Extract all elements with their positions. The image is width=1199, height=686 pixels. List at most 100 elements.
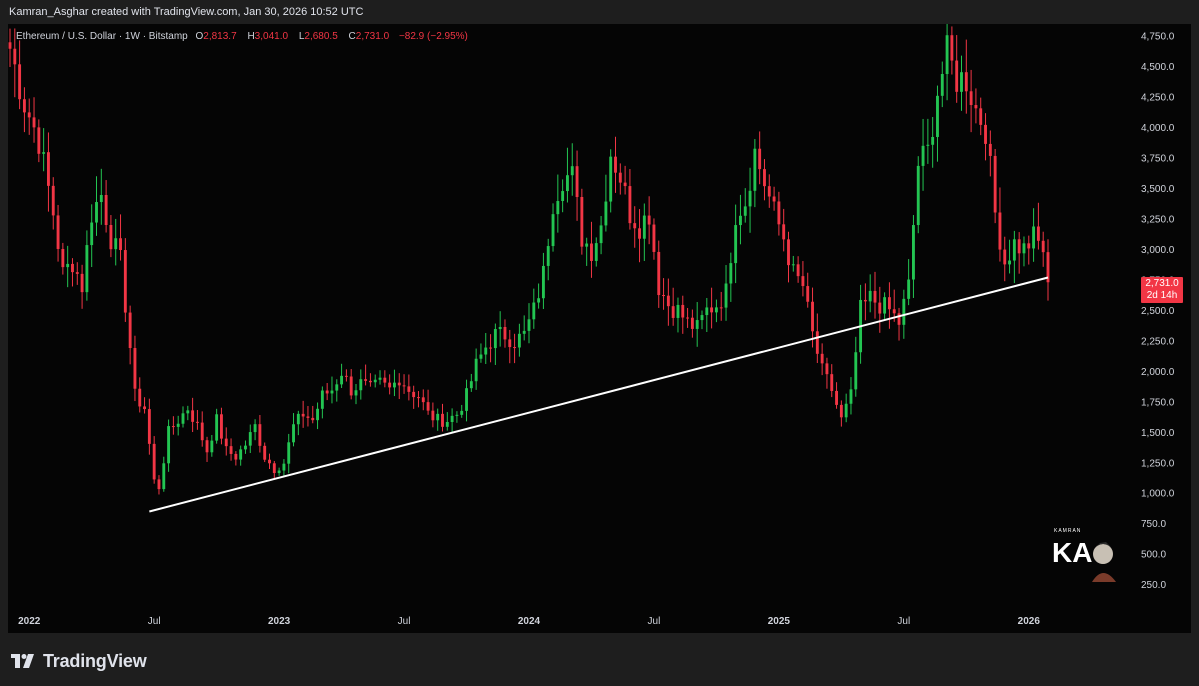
candle-body [854,352,858,390]
candle-body [75,272,79,274]
candle-body [90,222,94,246]
price-tick-label: 1,750.0 [1141,397,1175,408]
candle-body [22,99,26,113]
candle-body [945,35,949,75]
candle-body [556,201,560,215]
candle-body [248,432,252,446]
candle-body [18,64,22,100]
chart-pane[interactable]: 250.0 500.0 750.0 1,000.0 1,250.0 1,500.0 1,75… [8,24,1191,633]
candle-body [609,156,613,202]
candle-body [791,264,795,266]
time-tick-label: 2025 [768,616,791,627]
price-tick-label: 2,250.0 [1141,336,1175,347]
tradingview-logo-icon [11,654,34,668]
candle-body [80,273,84,293]
candle-body [1022,243,1026,254]
candle-body [316,408,319,421]
candle-body [647,215,651,225]
candle-body [1008,260,1011,265]
price-chart[interactable]: 250.0 500.0 750.0 1,000.0 1,250.0 1,500.0 1,75… [8,24,1191,633]
candle-body [85,245,89,293]
candle-body [489,347,492,349]
candle-body [383,377,387,383]
candle-body [287,442,291,464]
candle-body [344,375,348,377]
price-tick-label: 3,750.0 [1141,154,1175,165]
candle-body [825,363,829,375]
candle-body [657,251,661,296]
candle-body [1036,226,1040,241]
candle-body [152,443,156,480]
candle-body [753,148,757,191]
candle-body [109,225,113,250]
candle-body [546,246,550,266]
candle-body [638,228,641,239]
candle-body [892,309,896,314]
high-label: H [247,31,255,42]
candle-body [191,410,195,422]
candle-body [402,385,406,387]
trendline-group [149,276,1049,513]
candle-body [998,212,1002,250]
candle-body [445,422,449,427]
top-bar: Kamran_Asghar created with TradingView.c… [0,0,1199,24]
price-tick-label: 4,250.0 [1141,93,1175,104]
candle-body [503,327,507,340]
candle-body [282,463,286,471]
candle-body [743,206,747,216]
symbol-legend[interactable]: Ethereum / U.S. Dollar · 1W · Bitstamp O… [16,31,468,42]
candle-body [883,297,887,314]
candle-body [335,384,339,391]
candle-body [551,214,555,247]
candle-body [215,414,219,441]
symbol-name[interactable]: Ethereum / U.S. Dollar · 1W · Bitstamp [16,31,188,42]
avatar-body [1092,573,1116,582]
candle-body [354,390,358,396]
candle-body [527,319,531,331]
candle-body [811,301,814,332]
candle-body [157,479,161,490]
candle-body [119,238,122,251]
candle-body [147,409,151,444]
candle-body [455,414,459,416]
price-tick-label: 4,750.0 [1141,32,1175,43]
candle-body [772,196,776,202]
candle-body [839,404,843,418]
close-label: C [348,31,356,42]
candles-group [8,24,1050,495]
candle-body [37,127,41,154]
candle-body [652,224,656,252]
candle-body [277,470,281,474]
candle-body [306,416,310,418]
candle-body [373,379,377,383]
footer-bar: TradingView [0,633,1199,686]
price-axis: 250.0 500.0 750.0 1,000.0 1,250.0 1,500.0 1,75… [1141,32,1175,591]
candle-body [787,239,790,266]
candle-body [777,201,781,225]
candle-body [566,175,569,192]
price-tick-label: 750.0 [1141,519,1166,530]
candle-body [229,446,233,454]
candle-body [205,440,209,453]
low-value: 2,680.5 [304,31,338,42]
candle-body [902,298,906,325]
time-tick-label: 2023 [268,616,291,627]
candle-body [561,191,565,202]
candle-body [181,413,185,424]
tradingview-logo[interactable]: TradingView [11,651,147,671]
candle-body [32,117,36,128]
tradingview-brand-text: TradingView [43,650,147,671]
candle-body [806,286,810,302]
candle-body [585,243,589,247]
time-tick-label: Jul [398,616,411,627]
price-tick-label: 1,500.0 [1141,428,1175,439]
candle-body [123,250,127,313]
candle-body [988,143,992,156]
candle-body [969,91,973,106]
author-credit: Kamran_Asghar created with TradingView.c… [9,6,364,18]
candle-body [767,186,771,197]
candle-body [580,197,584,247]
candle-body [758,148,762,170]
candle-body [830,374,834,391]
candle-body [887,297,891,310]
